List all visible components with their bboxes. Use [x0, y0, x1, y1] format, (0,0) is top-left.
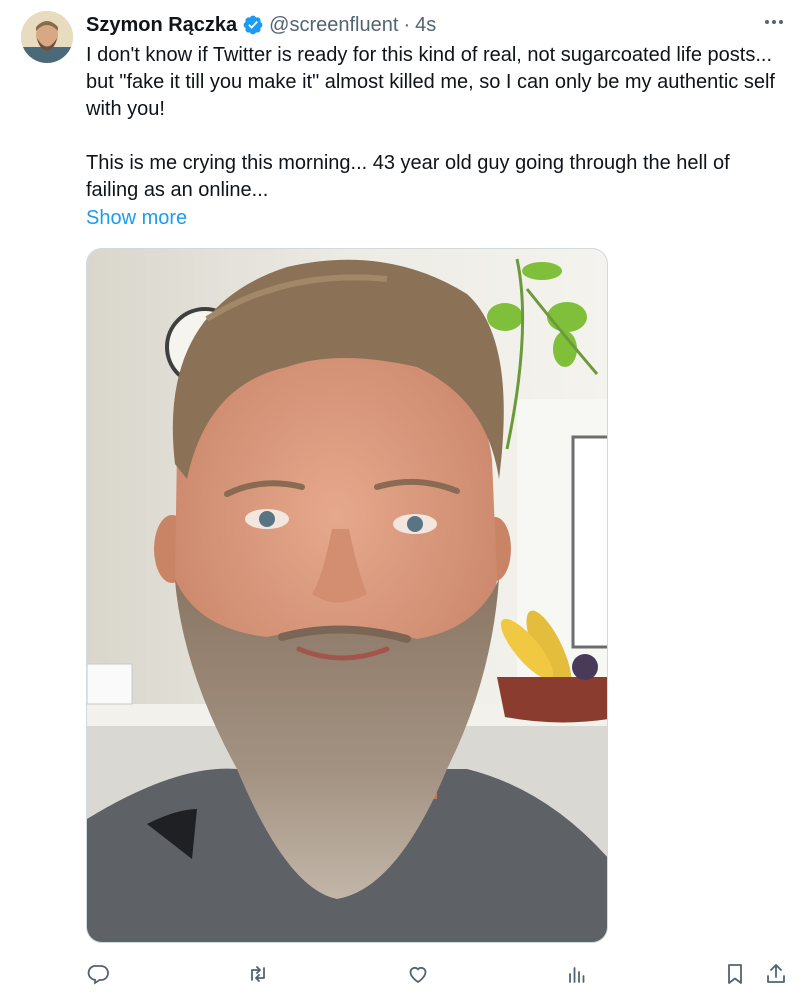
retweet-icon[interactable] — [242, 958, 274, 990]
like-icon[interactable] — [402, 958, 434, 990]
tweet-header: Szymon Rączka @screenfluent · 4s — [86, 10, 436, 40]
bookmark-icon[interactable] — [719, 958, 751, 990]
tweet-photo[interactable] — [86, 248, 608, 943]
verified-badge-icon — [242, 14, 264, 36]
avatar[interactable] — [21, 11, 73, 63]
tweet-text: I don't know if Twitter is ready for thi… — [86, 44, 775, 201]
more-horizontal-icon[interactable] — [760, 10, 788, 34]
display-name[interactable]: Szymon Rączka — [86, 14, 237, 37]
timestamp[interactable]: 4s — [415, 14, 436, 37]
selfie-photo — [87, 249, 607, 942]
avatar-image — [21, 11, 73, 63]
show-more-link[interactable]: Show more — [86, 205, 187, 232]
views-icon[interactable] — [561, 958, 593, 990]
tweet-action-bar — [0, 958, 808, 990]
separator-dot: · — [403, 13, 411, 36]
handle[interactable]: @screenfluent — [269, 14, 398, 37]
share-icon[interactable] — [760, 958, 792, 990]
reply-icon[interactable] — [82, 958, 114, 990]
